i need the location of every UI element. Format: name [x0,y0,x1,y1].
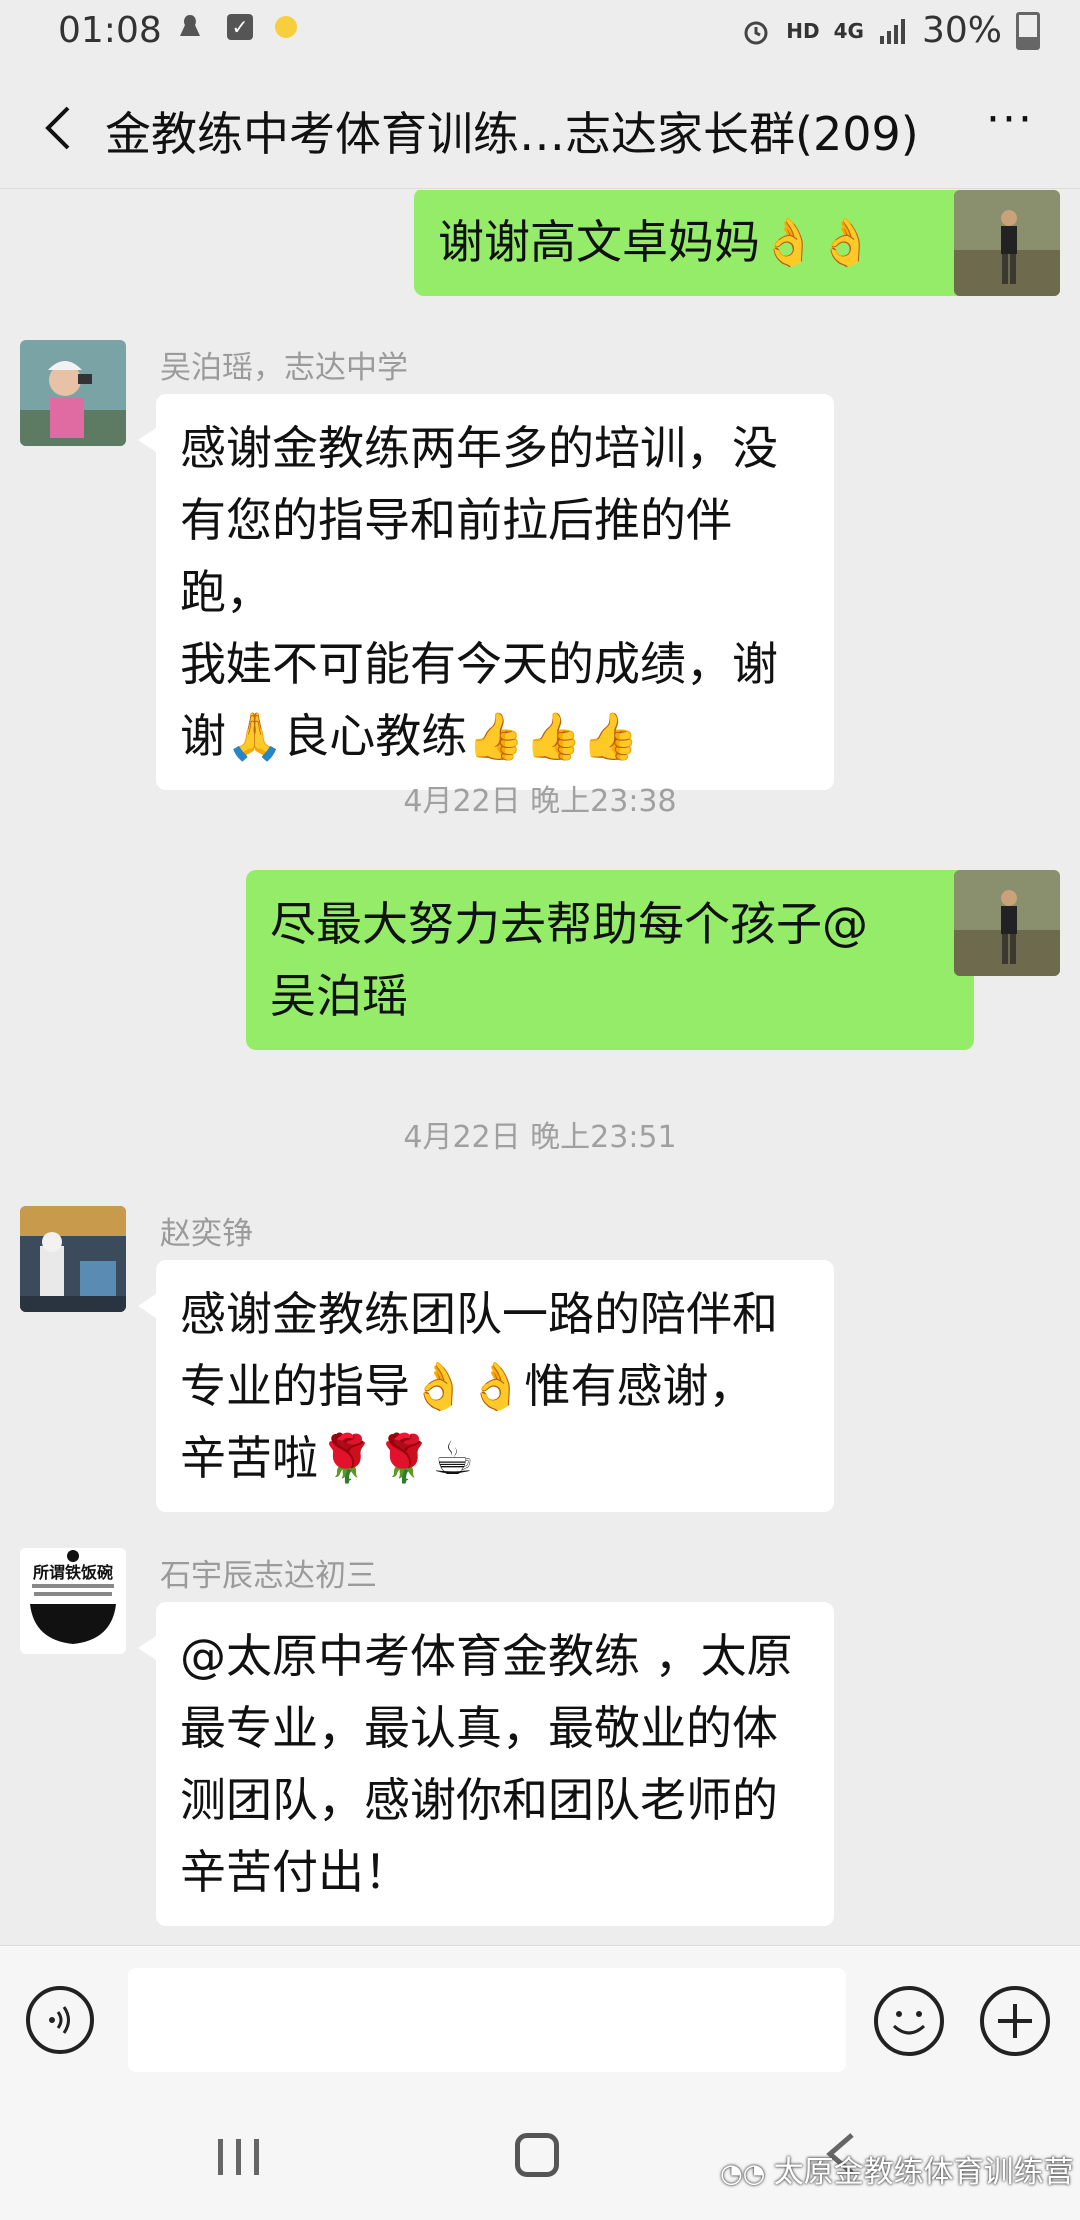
signal-icon [878,16,908,46]
chevron-left-icon [45,106,70,150]
message-line: 测团队，感谢你和团队老师的 [180,1773,778,1827]
status-left-icons: ✓ [175,12,297,42]
wechat-icon: ◔◔ [720,2159,774,2189]
chat-header: 金教练中考体育训练…志达家长群(209) ··· [0,70,1080,189]
voice-icon [49,2006,70,2034]
message-input[interactable] [128,1968,846,2072]
message-line: 辛苦付出！ [180,1845,410,1899]
avatar-self[interactable] [954,190,1060,296]
status-right-icons: HD 4G 30% [740,10,1040,51]
back-button[interactable] [30,98,90,158]
message-bubble-self[interactable]: 尽最大努力去帮助每个孩子@ 吴泊瑶 [246,870,992,1050]
watermark-text: 太原金教练体育训练营 [773,2155,1074,2190]
yellow-dot-icon [275,16,297,38]
timestamp: 4月22日 晚上23:51 [403,1120,677,1155]
watermark: ◔◔ 太原金教练体育训练营 [720,2147,1074,2191]
alarm-icon [740,15,772,47]
input-bar [0,1945,1080,2096]
message-line: 谢🙏良心教练👍👍👍 [180,709,640,763]
message-bubble-other[interactable]: 感谢金教练团队一路的陪伴和 专业的指导👌👌惟有感谢， 辛苦啦🌹🌹☕ [138,1260,834,1512]
chat-area[interactable]: 谢谢高文卓妈妈👌👌 吴泊瑶，志达中学 感谢金教练两年多的培训，没 有您的指导和前… [0,190,1080,1945]
smiley-icon [892,2011,926,2035]
avatar-self[interactable] [954,870,1060,976]
status-time: 01:08 [58,10,162,51]
recent-apps-button[interactable] [210,2135,270,2179]
recent-apps-icon [218,2139,259,2175]
sender-name: 赵奕铮 [160,1216,253,1252]
message-line: 最专业，最认真，最敬业的体 [180,1701,778,1755]
message-line: 我娃不可能有今天的成绩，谢 [180,637,778,691]
voice-input-button[interactable] [26,1986,94,2054]
message-line: @太原中考体育金教练 ，太原 [180,1629,793,1683]
timestamp: 4月22日 晚上23:38 [403,784,677,819]
more-functions-button[interactable] [980,1986,1050,2056]
message-line: 专业的指导👌👌惟有感谢， [180,1359,755,1413]
message-bubble-self[interactable]: 谢谢高文卓妈妈👌👌 [414,190,1040,296]
battery-percent: 30% [921,10,1002,51]
network-label: 4G [833,18,864,43]
message-line: 吴泊瑶 [270,969,408,1023]
avatar-zhao-yizheng[interactable] [20,1206,126,1312]
avatar-wu-boyao[interactable] [20,340,126,446]
emoji-button[interactable] [874,1986,944,2056]
message-line: 辛苦啦🌹🌹☕ [180,1431,474,1485]
plus-icon [998,2004,1032,2038]
message-bubble-other[interactable]: 感谢金教练两年多的培训，没 有您的指导和前拉后推的伴跑， 我娃不可能有今天的成绩… [138,394,834,790]
notification-icon [175,12,205,42]
message-line: 有您的指导和前拉后推的伴跑， [180,493,732,619]
sender-name: 石宇辰志达初三 [160,1558,377,1594]
home-button[interactable] [515,2133,559,2177]
hd-label: HD [786,18,820,43]
sender-name: 吴泊瑶，志达中学 [160,350,408,386]
checkbox-notification-icon: ✓ [227,14,253,40]
more-options-button[interactable]: ··· [980,98,1040,160]
message-line: 感谢金教练团队一路的陪伴和 [180,1287,778,1341]
message-bubble-other[interactable]: @太原中考体育金教练 ，太原 最专业，最认真，最敬业的体 测团队，感谢你和团队老… [138,1602,834,1926]
avatar-shi-yuchen[interactable]: 所谓铁饭碗 [20,1548,126,1654]
chat-title: 金教练中考体育训练…志达家长群(209) [105,107,919,161]
system-nav-bar: ◔◔ 太原金教练体育训练营 [0,2095,1080,2220]
message-line: 感谢金教练两年多的培训，没 [180,421,778,475]
battery-icon [1016,11,1040,50]
avatar-logo-text: 所谓铁饭碗 [33,1563,113,1582]
message-line: 尽最大努力去帮助每个孩子@ [270,897,868,951]
status-bar: 01:08 ✓ HD 4G 30% [0,0,1080,70]
